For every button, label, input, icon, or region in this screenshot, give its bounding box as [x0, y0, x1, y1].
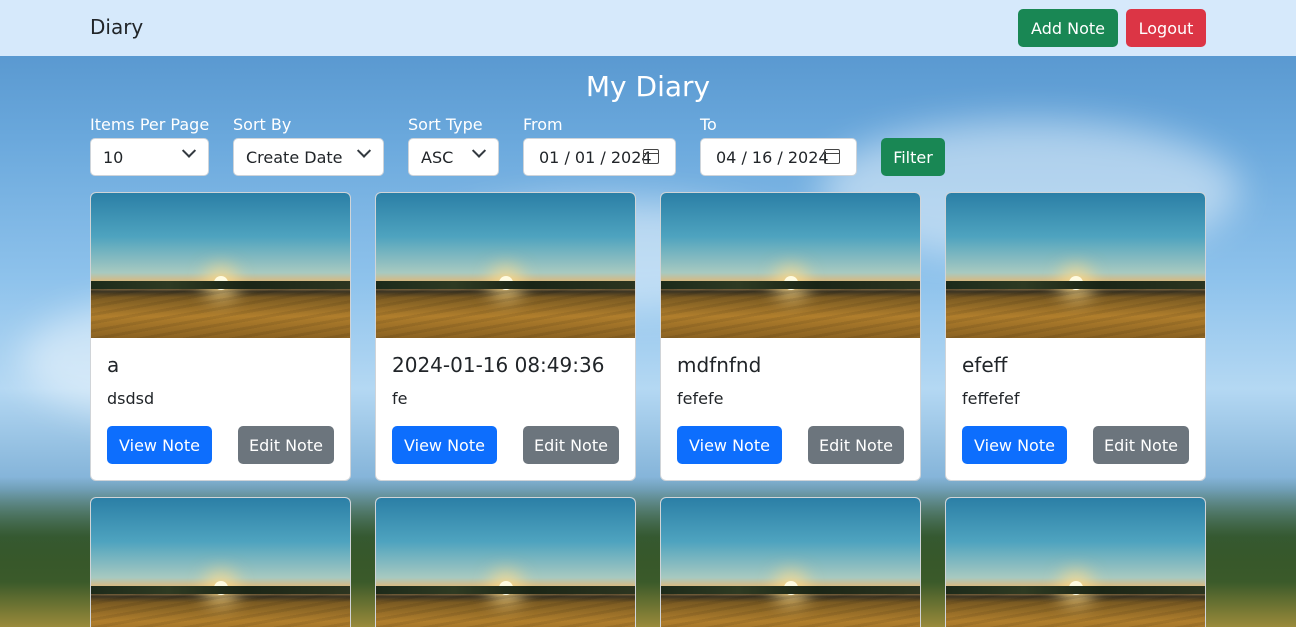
chevron-down-icon [471, 143, 487, 158]
note-card [945, 497, 1206, 627]
chevron-down-icon [356, 143, 372, 158]
note-image [376, 193, 635, 338]
note-title: mdfnfnd [677, 353, 762, 377]
note-image [376, 498, 635, 627]
note-text: dsdsd [107, 389, 155, 408]
calendar-icon[interactable] [643, 149, 659, 164]
view-note-button[interactable]: View Note [107, 426, 212, 464]
sort-by-select[interactable]: Create Date [233, 138, 384, 176]
sort-by-label: Sort By [233, 115, 292, 134]
note-title: efeff [962, 353, 1008, 377]
note-image [946, 193, 1205, 338]
add-note-button[interactable]: Add Note [1018, 9, 1118, 47]
to-date-value: 04 / 16 / 2024 [716, 147, 829, 167]
treeline-graphic [946, 586, 1205, 594]
treeline-graphic [661, 586, 920, 594]
sort-by-value: Create Date [246, 147, 343, 167]
page-title: My Diary [585, 70, 711, 103]
field-graphic [946, 289, 1205, 338]
logout-button[interactable]: Logout [1126, 9, 1206, 47]
from-date-value: 01 / 01 / 2024 [539, 147, 652, 167]
edit-note-button[interactable]: Edit Note [808, 426, 904, 464]
note-card [375, 497, 636, 627]
sort-type-value: ASC [421, 147, 454, 167]
navbar: Diary Add Note Logout [0, 0, 1296, 56]
treeline-graphic [91, 586, 350, 594]
chevron-down-icon [181, 143, 197, 158]
note-image [661, 193, 920, 338]
note-image [91, 498, 350, 627]
field-graphic [376, 289, 635, 338]
note-image [661, 498, 920, 627]
treeline-graphic [91, 281, 350, 289]
note-text: feffefef [962, 389, 1020, 408]
note-title: 2024-01-16 08:49:36 [392, 353, 605, 377]
note-card [660, 497, 921, 627]
note-title: a [107, 353, 120, 377]
treeline-graphic [376, 281, 635, 289]
note-card: efeff feffefef View Note Edit Note [945, 192, 1206, 481]
sort-type-select[interactable]: ASC [408, 138, 499, 176]
view-note-button[interactable]: View Note [962, 426, 1067, 464]
view-note-button[interactable]: View Note [677, 426, 782, 464]
treeline-graphic [376, 586, 635, 594]
view-note-button[interactable]: View Note [392, 426, 497, 464]
items-per-page-value: 10 [103, 147, 124, 167]
treeline-graphic [661, 281, 920, 289]
note-text: fe [392, 389, 408, 408]
treeline-graphic [946, 281, 1205, 289]
note-card: mdfnfnd fefefe View Note Edit Note [660, 192, 921, 481]
items-per-page-label: Items Per Page [90, 115, 210, 134]
brand-logo[interactable]: Diary [90, 15, 143, 39]
filter-button[interactable]: Filter [881, 138, 945, 176]
field-graphic [661, 594, 920, 627]
field-graphic [661, 289, 920, 338]
to-date-input[interactable]: 04 / 16 / 2024 [700, 138, 857, 176]
edit-note-button[interactable]: Edit Note [523, 426, 619, 464]
note-card [90, 497, 351, 627]
edit-note-button[interactable]: Edit Note [238, 426, 334, 464]
note-text: fefefe [677, 389, 724, 408]
note-card: 2024-01-16 08:49:36 fe View Note Edit No… [375, 192, 636, 481]
note-image [946, 498, 1205, 627]
to-date-label: To [700, 115, 717, 134]
field-graphic [91, 594, 350, 627]
calendar-icon[interactable] [824, 149, 840, 164]
field-graphic [91, 289, 350, 338]
field-graphic [946, 594, 1205, 627]
edit-note-button[interactable]: Edit Note [1093, 426, 1189, 464]
items-per-page-select[interactable]: 10 [90, 138, 209, 176]
from-date-label: From [523, 115, 563, 134]
field-graphic [376, 594, 635, 627]
note-card: a dsdsd View Note Edit Note [90, 192, 351, 481]
note-image [91, 193, 350, 338]
sort-type-label: Sort Type [408, 115, 483, 134]
from-date-input[interactable]: 01 / 01 / 2024 [523, 138, 676, 176]
